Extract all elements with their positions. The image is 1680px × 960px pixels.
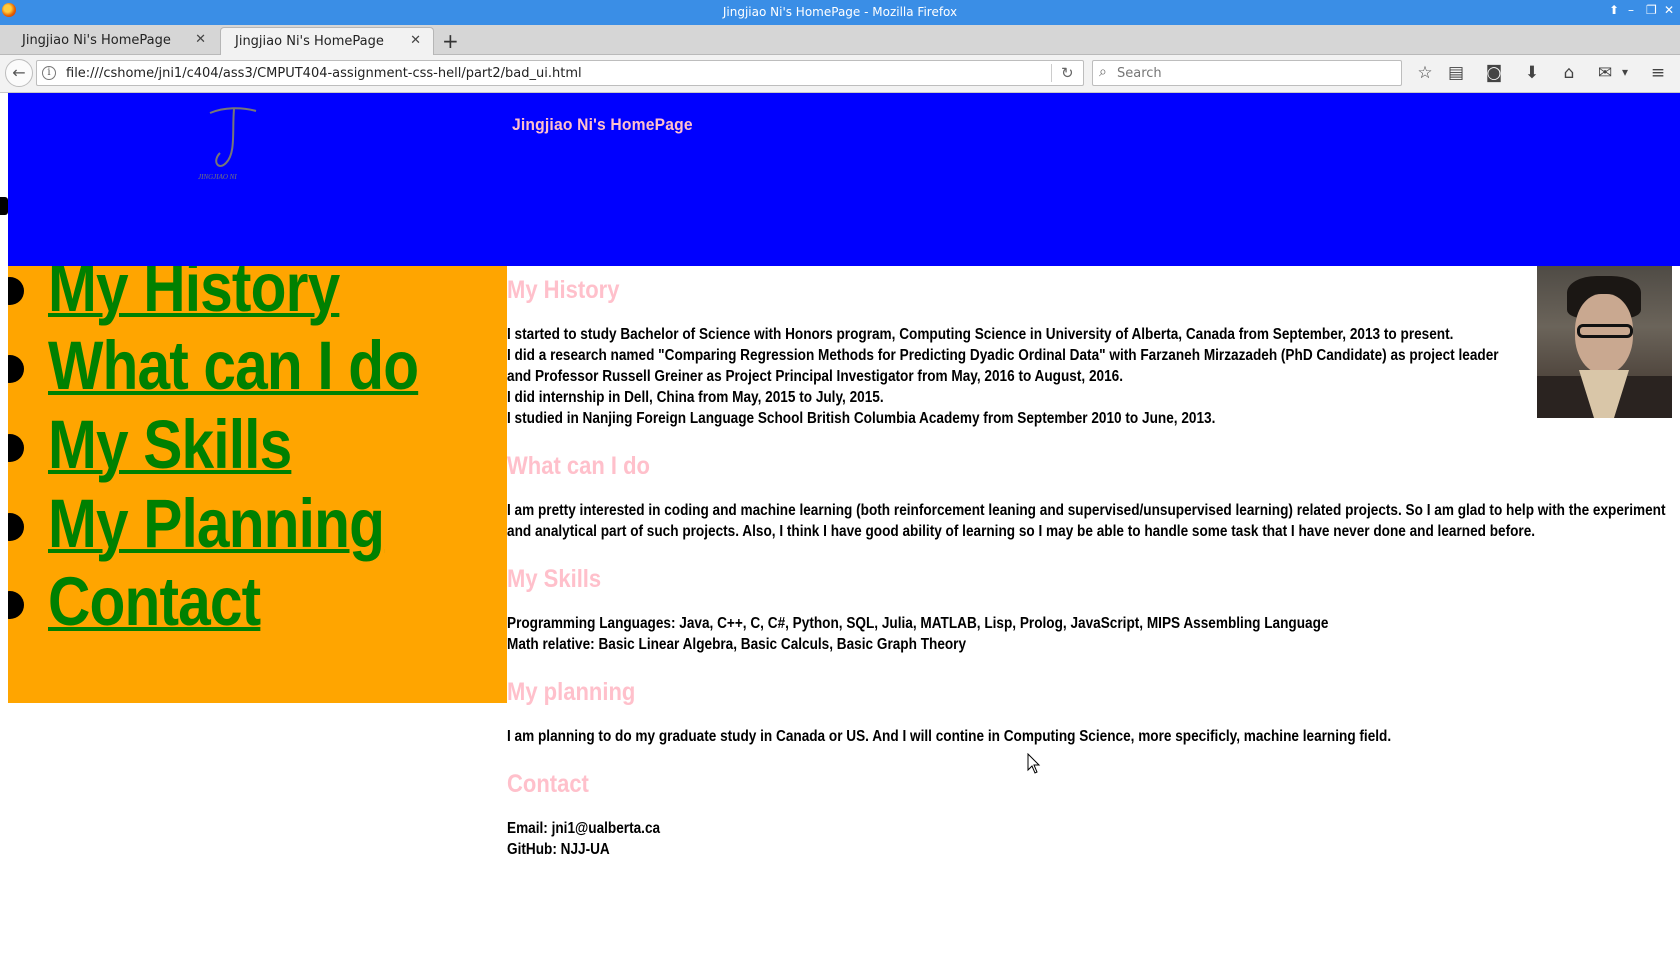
- text-line: I am planning to do my graduate study in…: [507, 728, 1392, 745]
- text-line: I did a research named "Comparing Regres…: [507, 347, 1499, 364]
- search-input[interactable]: [1117, 64, 1387, 82]
- url-bar[interactable]: i file:///cshome/jni1/c404/ass3/CMPUT404…: [36, 60, 1084, 86]
- text-line: Email: jni1@ualberta.ca: [507, 820, 661, 837]
- page-viewport: JINGJIAO NI Jingjiao Ni's HomePage My Hi…: [0, 93, 1680, 960]
- chevron-down-icon[interactable]: ▾: [1614, 65, 1636, 79]
- url-separator: [1051, 64, 1052, 82]
- svg-text:JINGJIAO NI: JINGJIAO NI: [198, 173, 237, 181]
- tab-close-icon[interactable]: ✕: [410, 33, 421, 48]
- text-line: I am pretty interested in coding and mac…: [507, 502, 1666, 519]
- tab-bar: Jingjiao Ni's HomePage ✕ Jingjiao Ni's H…: [0, 25, 1680, 55]
- text-line: I did internship in Dell, China from May…: [507, 389, 884, 406]
- site-title: Jingjiao Ni's HomePage: [512, 115, 693, 134]
- url-text[interactable]: file:///cshome/jni1/c404/ass3/CMPUT404-a…: [66, 66, 582, 81]
- window-close-button[interactable]: ✕: [1664, 3, 1674, 17]
- nav-link-what-can-i-do[interactable]: What can I do: [48, 326, 419, 405]
- window-minimize-button[interactable]: –: [1628, 3, 1634, 17]
- nav-link-contact[interactable]: Contact: [48, 562, 261, 641]
- bullet-dot: [8, 277, 24, 305]
- list-bullet: [0, 197, 8, 215]
- pocket-icon[interactable]: ◙: [1483, 63, 1505, 83]
- site-header: JINGJIAO NI Jingjiao Ni's HomePage: [8, 93, 1680, 266]
- window-raise-icon[interactable]: ⬆: [1609, 3, 1619, 17]
- download-icon[interactable]: ⬇: [1521, 63, 1543, 83]
- tab-close-icon[interactable]: ✕: [195, 32, 206, 47]
- text-line: GitHub: NJJ-UA: [507, 841, 610, 858]
- window-maximize-button[interactable]: ❐: [1646, 3, 1657, 17]
- bookmark-star-icon[interactable]: ☆: [1414, 63, 1436, 83]
- profile-photo: [1537, 266, 1672, 418]
- logo-icon: JINGJIAO NI: [198, 107, 257, 181]
- sidebar-nav: My History What can I do My Skills My Pl…: [8, 266, 507, 703]
- mouse-cursor-icon: [1027, 753, 1041, 774]
- tab-homepage-1[interactable]: Jingjiao Ni's HomePage ✕: [8, 27, 218, 55]
- window-titlebar: Jingjiao Ni's HomePage - Mozilla Firefox…: [0, 0, 1680, 25]
- bullet-dot: [8, 513, 24, 541]
- back-button[interactable]: ←: [5, 59, 33, 87]
- section-heading-skills: My Skills: [507, 565, 602, 593]
- nav-link-my-history[interactable]: My History: [48, 266, 340, 327]
- navigation-toolbar: ← i file:///cshome/jni1/c404/ass3/CMPUT4…: [0, 55, 1680, 93]
- window-title: Jingjiao Ni's HomePage - Mozilla Firefox: [722, 5, 958, 19]
- section-heading-what-can-i-do: What can I do: [507, 452, 650, 480]
- history-paragraph: I started to study Bachelor of Science w…: [507, 324, 1499, 429]
- share-icon[interactable]: ✉: [1594, 63, 1616, 83]
- search-icon: ⌕: [1099, 64, 1107, 80]
- nav-link-my-skills[interactable]: My Skills: [48, 405, 292, 484]
- text-line: I studied in Nanjing Foreign Language Sc…: [507, 410, 1216, 427]
- reading-list-icon[interactable]: ▤: [1445, 63, 1467, 83]
- tab-label: Jingjiao Ni's HomePage: [22, 33, 171, 48]
- tab-label: Jingjiao Ni's HomePage: [235, 34, 384, 49]
- skills-paragraph: Programming Languages: Java, C++, C, C#,…: [507, 613, 1328, 655]
- nav-link-my-planning[interactable]: My Planning: [48, 484, 385, 563]
- new-tab-button[interactable]: +: [442, 29, 459, 53]
- text-line: Programming Languages: Java, C++, C, C#,…: [507, 615, 1329, 632]
- nav-item-contact: Contact: [8, 563, 507, 657]
- search-bar[interactable]: ⌕: [1092, 60, 1402, 86]
- text-line: I started to study Bachelor of Science w…: [507, 326, 1454, 343]
- photo-glasses: [1577, 324, 1633, 338]
- bullet-dot: [8, 434, 24, 462]
- home-icon[interactable]: ⌂: [1558, 63, 1580, 83]
- text-line: and Professor Russell Greiner as Project…: [507, 368, 1123, 385]
- section-heading-history: My History: [507, 276, 620, 304]
- what-can-i-do-paragraph: I am pretty interested in coding and mac…: [507, 500, 1665, 542]
- text-line: and analytical part of such projects. Al…: [507, 523, 1536, 540]
- section-heading-planning: My planning: [507, 678, 636, 706]
- hamburger-menu-icon[interactable]: ≡: [1647, 63, 1669, 83]
- reload-icon[interactable]: ↻: [1061, 64, 1074, 82]
- bullet-dot: [8, 355, 24, 383]
- site-info-icon[interactable]: i: [42, 66, 56, 80]
- planning-paragraph: I am planning to do my graduate study in…: [507, 726, 1391, 747]
- section-heading-contact: Contact: [507, 770, 589, 798]
- contact-paragraph: Email: jni1@ualberta.ca GitHub: NJJ-UA: [507, 818, 660, 860]
- bullet-dot: [8, 591, 24, 619]
- tab-homepage-2[interactable]: Jingjiao Ni's HomePage ✕: [220, 27, 434, 55]
- text-line: Math relative: Basic Linear Algebra, Bas…: [507, 636, 967, 653]
